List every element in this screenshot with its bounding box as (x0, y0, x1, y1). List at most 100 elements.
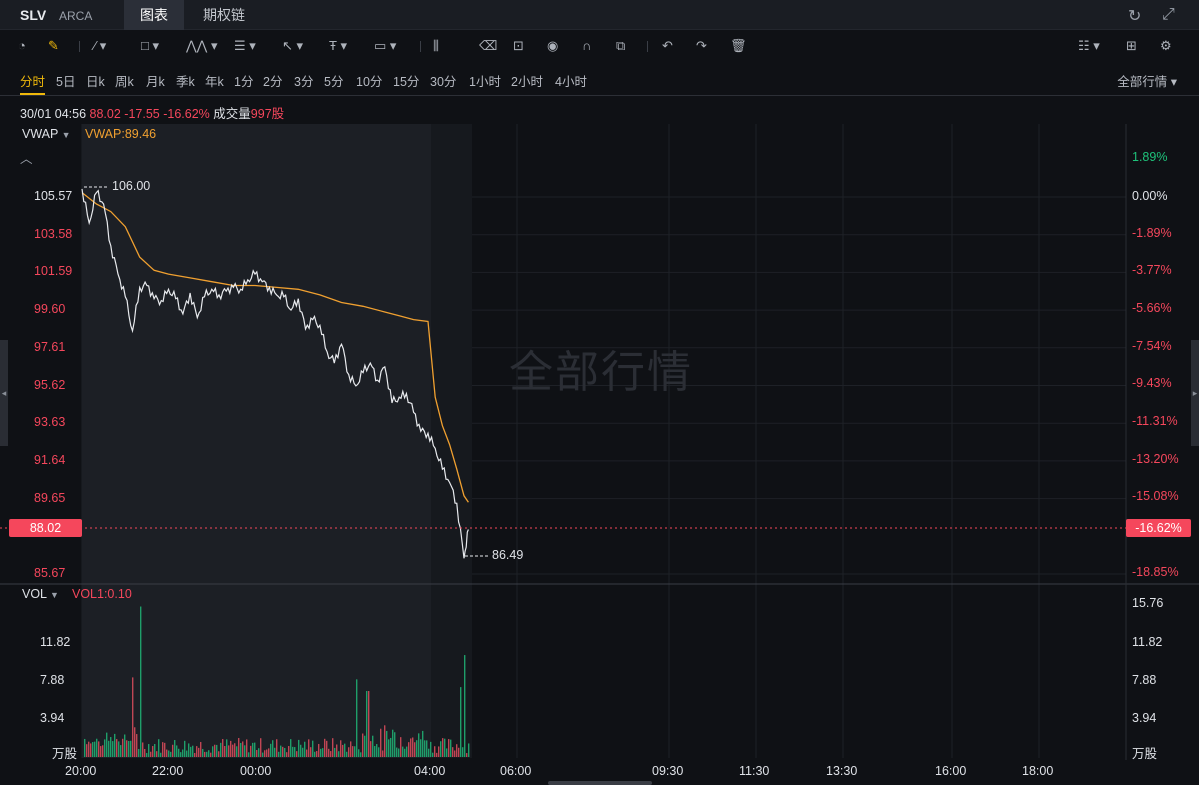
volume-bar (324, 738, 326, 757)
vwap-indicator-value: VWAP:89.46 (85, 127, 157, 141)
price-tick-label: 99.60 (34, 302, 66, 317)
volume-bar (406, 746, 408, 757)
volume-bar (418, 733, 420, 757)
volume-bar (118, 741, 120, 757)
percent-tick-label: -5.66% (1132, 301, 1172, 315)
volume-bar (368, 690, 370, 757)
volume-bar (184, 740, 186, 757)
volume-bar (420, 739, 422, 757)
percent-tick-label: -3.77% (1132, 263, 1172, 277)
volume-bar (86, 744, 88, 757)
volume-bar (164, 742, 166, 757)
volume-tick-label: 3.94 (40, 711, 65, 725)
volume-bar (232, 744, 234, 757)
volume-bar (308, 739, 310, 757)
volume-bar (230, 740, 232, 757)
volume-bar (384, 725, 386, 757)
time-tick-label: 09:30 (652, 764, 684, 778)
volume-bar (242, 741, 244, 757)
volume-bar (352, 746, 354, 757)
volume-bar (146, 753, 148, 757)
volume-bar (128, 740, 130, 757)
volume-bar (336, 744, 338, 757)
time-tick-label: 00:00 (240, 764, 272, 778)
volume-bar (238, 738, 240, 757)
volume-bar (326, 740, 328, 757)
volume-bar (394, 732, 396, 757)
vwap-indicator-selector[interactable]: VWAP ▼ (22, 127, 71, 141)
volume-bar (186, 750, 188, 757)
volume-bar (200, 741, 202, 757)
volume-tick-label: 3.94 (1132, 711, 1157, 725)
left-panel-handle[interactable]: ◂ (0, 340, 8, 446)
volume-bar (256, 750, 258, 757)
volume-bar (136, 734, 138, 757)
low-marker-label: 86.49 (492, 548, 524, 562)
volume-bar (438, 746, 440, 757)
volume-bar (282, 746, 284, 757)
volume-bar (172, 744, 174, 757)
time-tick-label: 13:30 (826, 764, 858, 778)
percent-tick-label: -7.54% (1132, 339, 1172, 353)
volume-bar (300, 744, 302, 757)
volume-bar (428, 748, 430, 757)
volume-bar (372, 735, 374, 757)
volume-bar (192, 745, 194, 757)
volume-bar (188, 743, 190, 757)
collapse-chevron-icon[interactable]: ︿ (20, 148, 33, 167)
volume-bar (316, 751, 318, 757)
volume-bar (426, 740, 428, 757)
volume-bar (92, 742, 94, 757)
volume-bar (214, 744, 216, 757)
current-pct-tag: -16.62% (1126, 519, 1191, 537)
right-panel-handle[interactable]: ▸ (1191, 340, 1199, 446)
price-tick-label: 97.61 (34, 339, 66, 354)
volume-bar (126, 740, 128, 757)
volume-bar (258, 748, 260, 757)
volume-bar (424, 740, 426, 757)
percent-tick-label: -18.85% (1132, 565, 1179, 579)
volume-bar (158, 739, 160, 757)
volume-bar (162, 742, 164, 757)
volume-bar (166, 749, 168, 757)
volume-bar (252, 742, 254, 757)
volume-bar (208, 750, 210, 757)
volume-bar (280, 745, 282, 757)
volume-bar (396, 747, 398, 757)
volume-bar (266, 749, 268, 757)
volume-bar (390, 737, 392, 757)
volume-bar (198, 747, 200, 757)
volume-bar (364, 735, 366, 757)
volume-bar (234, 743, 236, 757)
volume-bar (270, 743, 272, 757)
volume-tick-label: 7.88 (40, 673, 65, 687)
vol-indicator-selector[interactable]: VOL ▼ (22, 587, 59, 601)
volume-bar (106, 732, 108, 757)
volume-bar (90, 743, 92, 757)
volume-bar (378, 747, 380, 757)
percent-tick-label: -9.43% (1132, 376, 1172, 390)
volume-bar (382, 750, 384, 757)
volume-bar (210, 752, 212, 757)
volume-bar (430, 741, 432, 757)
volume-bar (150, 751, 152, 757)
chevron-down-icon: ▼ (50, 590, 59, 600)
volume-bar (460, 687, 462, 757)
volume-bar (454, 750, 456, 757)
volume-bar (274, 747, 276, 757)
percent-tick-label: -11.31% (1132, 414, 1178, 428)
vol-indicator-name: VOL (22, 587, 47, 601)
horizontal-scrollbar[interactable] (548, 781, 652, 785)
volume-tick-label: 15.76 (1132, 596, 1164, 610)
volume-bar (370, 741, 372, 757)
time-tick-label: 18:00 (1022, 764, 1054, 778)
volume-bar (386, 730, 388, 757)
volume-bar (354, 746, 356, 757)
time-tick-label: 22:00 (152, 764, 184, 778)
volume-bar (392, 729, 394, 757)
volume-bar (432, 752, 434, 757)
volume-bar (170, 751, 172, 757)
volume-bar (218, 751, 220, 757)
volume-tick-label: 7.88 (1132, 673, 1157, 687)
volume-bar (148, 744, 150, 757)
